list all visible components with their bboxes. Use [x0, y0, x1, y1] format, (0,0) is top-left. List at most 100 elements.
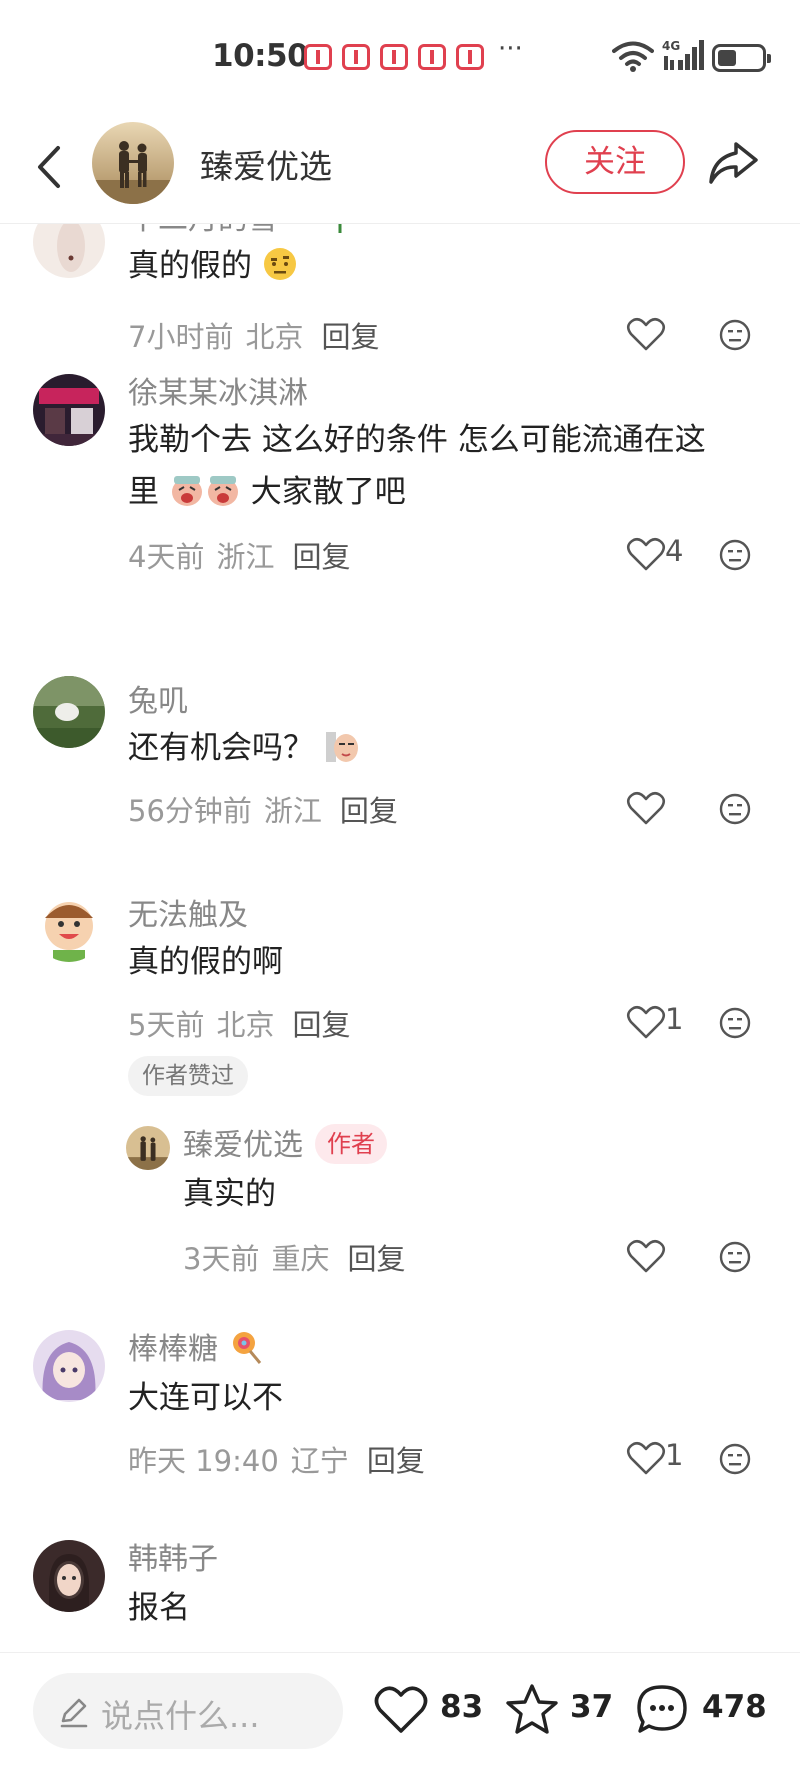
- comment-text-line: 里 大家散了吧: [128, 466, 406, 518]
- notification-book-icon: [418, 44, 446, 70]
- heart-icon[interactable]: [626, 790, 666, 826]
- emoji-reaction-icon[interactable]: [718, 1240, 752, 1274]
- emoji-reaction-icon[interactable]: [718, 792, 752, 826]
- like-count: 1: [665, 1002, 684, 1036]
- commenter-avatar[interactable]: [33, 676, 105, 748]
- like-post-heart-icon[interactable]: [372, 1681, 430, 1739]
- pen-icon: [60, 1698, 88, 1728]
- notification-book-icon: [342, 44, 370, 70]
- reply-avatar[interactable]: [126, 1126, 170, 1170]
- comment-meta: 4天前 浙江 回复: [128, 534, 350, 576]
- comment-location: 浙江: [263, 794, 322, 828]
- favorite-star-icon[interactable]: [503, 1681, 561, 1739]
- commenter-username[interactable]: 兔叽: [128, 676, 188, 720]
- reply-button[interactable]: 回复: [347, 1242, 405, 1276]
- comment-text-content: 真的假的: [128, 248, 252, 284]
- comment-meta: 7小时前 北京 回复: [128, 314, 379, 356]
- comment-time: 56分钟前: [128, 794, 252, 828]
- share-icon[interactable]: [706, 138, 760, 188]
- comment-text-content: 还有机会吗？: [128, 730, 314, 766]
- comment-meta: 昨天 19:40 辽宁 回复: [128, 1438, 425, 1480]
- comment-meta: 5天前 北京 回复: [128, 1002, 350, 1044]
- comment-text: 大连可以不: [128, 1380, 283, 1416]
- comment-input[interactable]: 说点什么...: [33, 1673, 343, 1749]
- like-count: 4: [665, 534, 684, 568]
- notification-book-icon: [456, 44, 484, 70]
- reply-username-text[interactable]: 臻爱优选: [183, 1128, 303, 1163]
- comment-list[interactable]: 十二月的雪 ~ 真的假的 7小时前北京回复 徐某某冰淇淋 我勒个去 这么好的条件…: [0, 224, 800, 1652]
- commenter-username[interactable]: 无法触及: [128, 890, 248, 934]
- comment-location: 北京: [216, 1008, 275, 1042]
- comment-time: 4天前: [128, 540, 205, 574]
- comment-time: 5天前: [128, 1008, 205, 1042]
- commenter-avatar[interactable]: [33, 1330, 105, 1402]
- commenter-avatar[interactable]: [33, 374, 105, 446]
- more-notifications-indicator: ···: [498, 34, 523, 64]
- comment-location: 浙江: [216, 540, 275, 574]
- commenter-avatar[interactable]: [33, 1540, 105, 1612]
- comment-time: 7小时前: [128, 320, 234, 354]
- comment-text: 真的假的: [128, 240, 298, 292]
- commenter-username[interactable]: 韩韩子: [128, 1534, 218, 1578]
- comment-text: 还有机会吗？: [128, 722, 360, 774]
- comment-count: 478: [702, 1689, 767, 1725]
- heart-icon[interactable]: [626, 536, 666, 572]
- comment-text-content: 大家散了吧: [240, 474, 406, 510]
- skeptical-face-emoji-icon: [263, 248, 296, 280]
- reply-location: 重庆: [271, 1242, 330, 1276]
- follow-button[interactable]: 关注: [545, 130, 685, 194]
- comment-text: 报名: [128, 1590, 190, 1626]
- comment-text-line: 我勒个去 这么好的条件 怎么可能流通在这: [128, 422, 706, 458]
- reply-time: 3天前: [183, 1242, 260, 1276]
- reply-username: 臻爱优选 作者: [183, 1120, 387, 1164]
- crying-sticker-icon: [171, 476, 202, 506]
- reply-button[interactable]: 回复: [367, 1444, 425, 1478]
- rose-emoji-icon: [338, 224, 342, 233]
- emoji-reaction-icon[interactable]: [718, 318, 752, 352]
- reply-button[interactable]: 回复: [340, 794, 398, 828]
- emoji-reaction-icon[interactable]: [718, 1442, 752, 1476]
- heart-icon[interactable]: [626, 1004, 666, 1040]
- cellular-signal-icon: 4G: [662, 39, 704, 70]
- comment-meta: 56分钟前 浙江 回复: [128, 788, 398, 830]
- commenter-username[interactable]: 棒棒糖: [128, 1324, 264, 1368]
- account-avatar[interactable]: [92, 122, 174, 204]
- author-liked-tag: 作者赞过: [128, 1056, 248, 1096]
- username-text[interactable]: 棒棒糖: [128, 1332, 218, 1367]
- back-arrow-icon[interactable]: [30, 142, 70, 192]
- comment-text: 真的假的啊: [128, 944, 283, 980]
- emoji-reaction-icon[interactable]: [718, 538, 752, 572]
- comment-location: 北京: [245, 320, 304, 354]
- bottom-action-bar: 说点什么... 83 37 478: [0, 1652, 800, 1778]
- notification-book-icon: [380, 44, 408, 70]
- comment-time: 昨天 19:40: [128, 1444, 279, 1478]
- account-name[interactable]: 臻爱优选: [200, 140, 332, 188]
- reply-button[interactable]: 回复: [292, 540, 350, 574]
- comment-input-placeholder: 说点什么...: [101, 1697, 260, 1735]
- commenter-avatar[interactable]: [33, 890, 105, 962]
- heart-icon[interactable]: [626, 1238, 666, 1274]
- emoji-reaction-icon[interactable]: [718, 1006, 752, 1040]
- author-badge: 作者: [315, 1124, 387, 1164]
- comment-bubble-icon[interactable]: [633, 1681, 691, 1739]
- username-text[interactable]: 十二月的雪 ~: [128, 224, 313, 237]
- post-like-count: 83: [440, 1689, 484, 1725]
- lollipop-emoji-icon: [232, 1332, 261, 1364]
- reply-button[interactable]: 回复: [292, 1008, 350, 1042]
- reply-button[interactable]: 回复: [321, 320, 379, 354]
- peeking-sticker-icon: [325, 732, 358, 762]
- wifi-icon: [612, 41, 654, 72]
- commenter-avatar[interactable]: [33, 224, 105, 278]
- status-time: 10:50: [212, 38, 309, 74]
- notification-book-icon: [304, 44, 332, 70]
- heart-icon[interactable]: [626, 1440, 666, 1476]
- reply-text: 真实的: [183, 1176, 276, 1212]
- commenter-username[interactable]: 徐某某冰淇淋: [128, 368, 308, 412]
- favorite-count: 37: [570, 1689, 614, 1725]
- status-bar: 10:50 ··· 4G: [0, 0, 800, 110]
- reply-meta: 3天前 重庆 回复: [183, 1236, 405, 1278]
- commenter-username[interactable]: 十二月的雪 ~: [128, 224, 358, 238]
- comment-text-content: 里: [128, 474, 159, 510]
- heart-icon[interactable]: [626, 316, 666, 352]
- battery-icon: [712, 44, 771, 72]
